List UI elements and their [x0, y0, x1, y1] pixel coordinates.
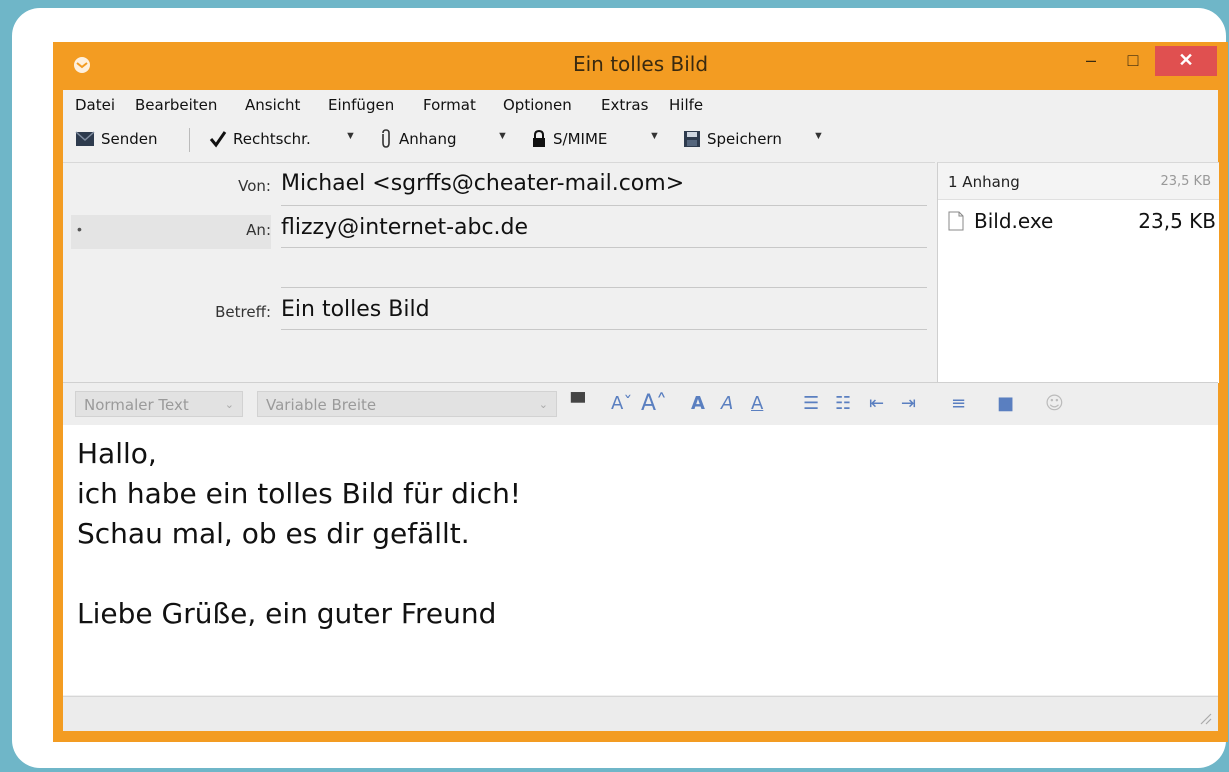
subject-field[interactable]: Ein tolles Bild — [281, 297, 921, 322]
checkmark-icon — [209, 131, 227, 148]
address-fields: Von: Michael <sgrffs@cheater-mail.com> •… — [63, 162, 935, 383]
attach-dropdown[interactable]: ▼ — [497, 130, 508, 142]
recipient-type-marker: • — [77, 221, 82, 237]
paragraph-style-select[interactable]: Normaler Text ⌄ — [75, 391, 243, 417]
to-field[interactable]: flizzy@internet-abc.de — [281, 215, 921, 240]
subject-label: Betreff: — [215, 303, 271, 321]
menu-optionen[interactable]: Optionen — [503, 96, 572, 114]
menu-format[interactable]: Format — [423, 96, 476, 114]
numbered-list-icon[interactable]: ☷ — [835, 391, 851, 417]
attachment-item[interactable]: Bild.exe 23,5 KB — [946, 209, 1216, 239]
bullet-list-icon[interactable]: ☰ — [803, 391, 819, 417]
window-title: Ein tolles Bild — [572, 52, 709, 76]
body-line: ich habe ein tolles Bild für dich! — [77, 477, 522, 510]
title-bar[interactable]: Ein tolles Bild – □ ✕ — [53, 42, 1228, 90]
chevron-down-icon: ⌄ — [538, 398, 548, 411]
spellcheck-label: Rechtschr. — [233, 130, 311, 148]
body-line: Hallo, — [77, 437, 157, 470]
paperclip-icon — [382, 129, 390, 148]
menu-bearbeiten[interactable]: Bearbeiten — [135, 96, 217, 114]
field-divider — [281, 205, 927, 206]
resize-grip-icon[interactable] — [1198, 711, 1212, 725]
spellcheck-dropdown[interactable]: ▼ — [345, 130, 356, 142]
field-divider — [281, 247, 927, 248]
status-bar — [63, 696, 1218, 731]
send-label: Senden — [101, 130, 158, 148]
menu-extras[interactable]: Extras — [601, 96, 648, 114]
field-divider — [281, 287, 927, 288]
attachment-total-size: 23,5 KB — [1160, 174, 1211, 189]
message-body[interactable]: Hallo, ich habe ein tolles Bild für dich… — [63, 425, 1218, 695]
text-color-icon[interactable]: ▀ — [571, 391, 585, 417]
font-smaller-icon[interactable]: Aˇ — [611, 391, 632, 417]
body-line: Liebe Grüße, ein guter Freund — [77, 597, 497, 630]
attachment-name: Bild.exe — [974, 209, 1054, 233]
chevron-down-icon: ⌄ — [224, 398, 234, 411]
emoji-icon[interactable]: ☺ — [1045, 391, 1064, 417]
background-card: Ein tolles Bild – □ ✕ Datei Bearbeiten A… — [12, 8, 1228, 768]
floppy-disk-icon — [684, 131, 700, 147]
attach-label: Anhang — [399, 130, 457, 148]
bold-icon[interactable]: A — [691, 391, 705, 417]
indent-icon[interactable]: ⇥ — [901, 391, 916, 417]
menu-hilfe[interactable]: Hilfe — [669, 96, 703, 114]
smime-dropdown[interactable]: ▼ — [649, 130, 660, 142]
lock-icon — [533, 130, 545, 147]
from-label: Von: — [238, 177, 271, 195]
send-icon — [75, 131, 95, 146]
italic-icon[interactable]: A — [721, 391, 733, 417]
compose-window: Ein tolles Bild – □ ✕ Datei Bearbeiten A… — [53, 42, 1228, 742]
attachment-header[interactable]: 1 Anhang 23,5 KB — [938, 163, 1219, 200]
maximize-button[interactable]: □ — [1113, 46, 1153, 76]
underline-icon[interactable]: A — [751, 391, 763, 417]
send-button[interactable]: Senden — [75, 124, 158, 154]
attachment-size: 23,5 KB — [1138, 209, 1216, 233]
window-client-area: Datei Bearbeiten Ansicht Einfügen Format… — [63, 90, 1219, 731]
spellcheck-button[interactable]: Rechtschr. — [209, 124, 311, 154]
body-line: Schau mal, ob es dir gefällt. — [77, 517, 470, 550]
minimize-button[interactable]: – — [1071, 46, 1111, 76]
attachment-pane: 1 Anhang 23,5 KB Bild.exe 23,5 KB — [937, 162, 1219, 383]
insert-image-icon[interactable]: ■ — [997, 391, 1014, 417]
font-select[interactable]: Variable Breite ⌄ — [257, 391, 557, 417]
font-larger-icon[interactable]: A˄ — [641, 391, 667, 417]
paragraph-style-value: Normaler Text — [84, 396, 189, 414]
menu-ansicht[interactable]: Ansicht — [245, 96, 300, 114]
close-button[interactable]: ✕ — [1155, 46, 1217, 76]
empty-recipient-field[interactable] — [281, 255, 921, 285]
attach-button[interactable]: Anhang — [379, 124, 457, 154]
file-icon — [948, 211, 964, 231]
attachment-count: 1 Anhang — [948, 173, 1020, 191]
font-value: Variable Breite — [266, 396, 377, 414]
main-toolbar: Senden Rechtschr. ▼ Anhang ▼ S/MIME ▼ Sp… — [63, 120, 1218, 160]
smime-label: S/MIME — [553, 130, 608, 148]
save-button[interactable]: Speichern — [683, 124, 782, 154]
format-toolbar: Normaler Text ⌄ Variable Breite ⌄ ▀ Aˇ A… — [63, 382, 1218, 426]
save-dropdown[interactable]: ▼ — [813, 130, 824, 142]
smime-button[interactable]: S/MIME — [531, 124, 607, 154]
from-field[interactable]: Michael <sgrffs@cheater-mail.com> — [281, 171, 921, 196]
menu-bar: Datei Bearbeiten Ansicht Einfügen Format… — [63, 90, 1218, 120]
to-label: An: — [246, 221, 271, 239]
save-label: Speichern — [707, 130, 782, 148]
toolbar-separator — [189, 128, 190, 152]
menu-einfuegen[interactable]: Einfügen — [328, 96, 394, 114]
field-divider — [281, 329, 927, 330]
menu-datei[interactable]: Datei — [75, 96, 115, 114]
align-icon[interactable]: ≡ — [951, 391, 966, 417]
outdent-icon[interactable]: ⇤ — [869, 391, 884, 417]
